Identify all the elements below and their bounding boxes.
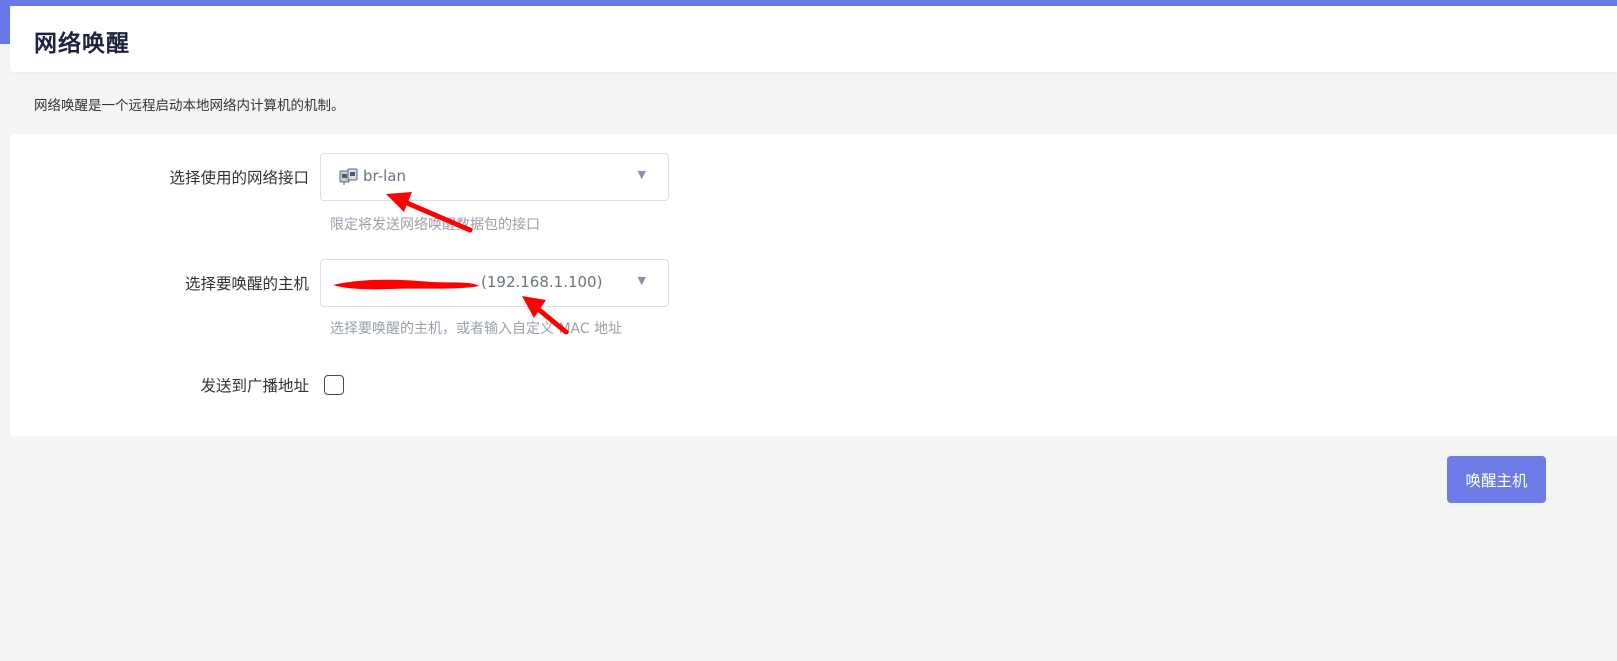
broadcast-checkbox[interactable] [324,375,344,395]
chevron-down-icon: ▼ [637,274,646,287]
interface-hint: 限定将发送网络唤醒数据包的接口 [330,217,540,233]
title-accent-strip [0,6,10,44]
chevron-down-icon: ▼ [637,168,646,181]
wake-host-button[interactable]: 唤醒主机 [1447,456,1546,503]
page-title: 网络唤醒 [34,31,130,57]
interface-select[interactable]: br-lan ▼ [320,153,669,201]
host-hint: 选择要唤醒的主机，或者输入自定义 MAC 地址 [330,321,623,337]
wol-form-card: 选择使用的网络接口 br-lan ▼ 限定将发送网络唤醒数据包的接口 选择要唤醒… [10,134,1617,436]
interface-label: 选择使用的网络接口 [169,169,309,187]
page-description: 网络唤醒是一个远程启动本地网络内计算机的机制。 [34,98,345,114]
network-interface-icon [339,168,358,185]
host-label: 选择要唤醒的主机 [184,275,309,293]
broadcast-label: 发送到广播地址 [200,377,309,395]
host-select[interactable]: (192.168.1.100) ▼ [320,259,669,307]
host-select-value: (192.168.1.100) [481,273,603,291]
title-card: 网络唤醒 [10,6,1617,72]
interface-select-value: br-lan [363,167,407,185]
redaction-mark [333,279,479,290]
